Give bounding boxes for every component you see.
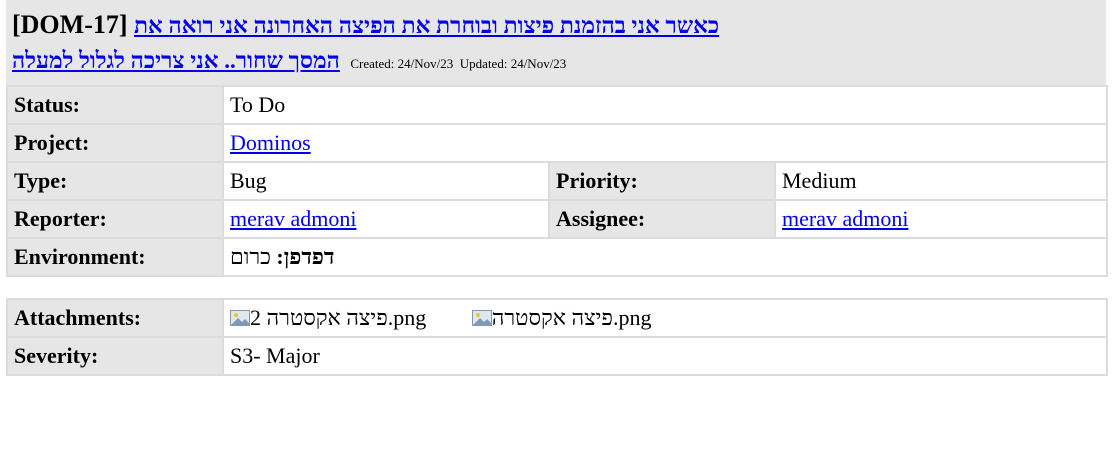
attachments-row: Attachments: פיצה אקסטרה 2.png פיצה אקסט… [6,298,1108,338]
issue-title-line-1: [DOM-17] כאשר אני בהזמנת פיצות ובוחרת את… [12,8,1100,43]
issue-details-table: Status: To Do Project: Dominos Type: Bug… [6,85,1109,277]
environment-value: דפדפן: כרום [221,237,1109,277]
image-file-icon [471,310,492,326]
priority-label: Priority: [548,161,776,201]
priority-value: Medium [773,161,1109,201]
project-row: Project: Dominos [6,123,1109,163]
assignee-link[interactable]: merav admoni [782,206,908,231]
issue-page: [DOM-17] כאשר אני בהזמנת פיצות ובוחרת את… [6,0,1109,376]
attachments-list: פיצה אקסטרה 2.png פיצה אקסטרה.png [222,298,1108,338]
created-date: 24/Nov/23 [397,56,454,71]
severity-label: Severity: [6,336,224,376]
assignee-label: Assignee: [548,199,776,239]
attachments-label: Attachments: [6,298,224,338]
attachment-item[interactable]: פיצה אקסטרה 2.png [230,305,432,330]
issue-title-link-continued[interactable]: המסך שחור.. אני צריכה לגלול למעלה [12,48,340,73]
status-value: To Do [221,85,1109,125]
environment-label: Environment: [6,237,224,277]
issue-extra-table: Attachments: פיצה אקסטרה 2.png פיצה אקסט… [6,298,1108,376]
reporter-label: Reporter: [6,199,224,239]
issue-title-block: [DOM-17] כאשר אני בהזמנת פיצות ובוחרת את… [6,0,1106,85]
project-link[interactable]: Dominos [230,130,311,155]
attachment-item[interactable]: פיצה אקסטרה.png [471,305,651,330]
environment-key: דפדפן: [276,244,335,269]
type-value: Bug [222,161,550,201]
people-row: Reporter: merav admoni Assignee: merav a… [6,199,1109,239]
environment-text: כרום [230,244,271,269]
severity-value: S3- Major [222,336,1108,376]
type-row: Type: Bug Priority: Medium [6,161,1109,201]
issue-title-link[interactable]: כאשר אני בהזמנת פיצות ובוחרת את הפיצה הא… [134,13,719,38]
status-label: Status: [6,85,224,125]
issue-dates: Created: 24/Nov/23 Updated: 24/Nov/23 [350,56,567,71]
reporter-link[interactable]: merav admoni [230,206,356,231]
issue-title-line-2: המסך שחור.. אני צריכה לגלול למעלה Create… [12,43,1100,81]
project-label: Project: [6,123,224,163]
environment-row: Environment: דפדפן: כרום [6,237,1109,277]
type-label: Type: [6,161,224,201]
status-row: Status: To Do [6,85,1109,125]
updated-date: 24/Nov/23 [510,56,567,71]
image-file-icon [230,310,250,326]
issue-key: [DOM-17] [12,10,128,39]
severity-row: Severity: S3- Major [6,336,1108,376]
